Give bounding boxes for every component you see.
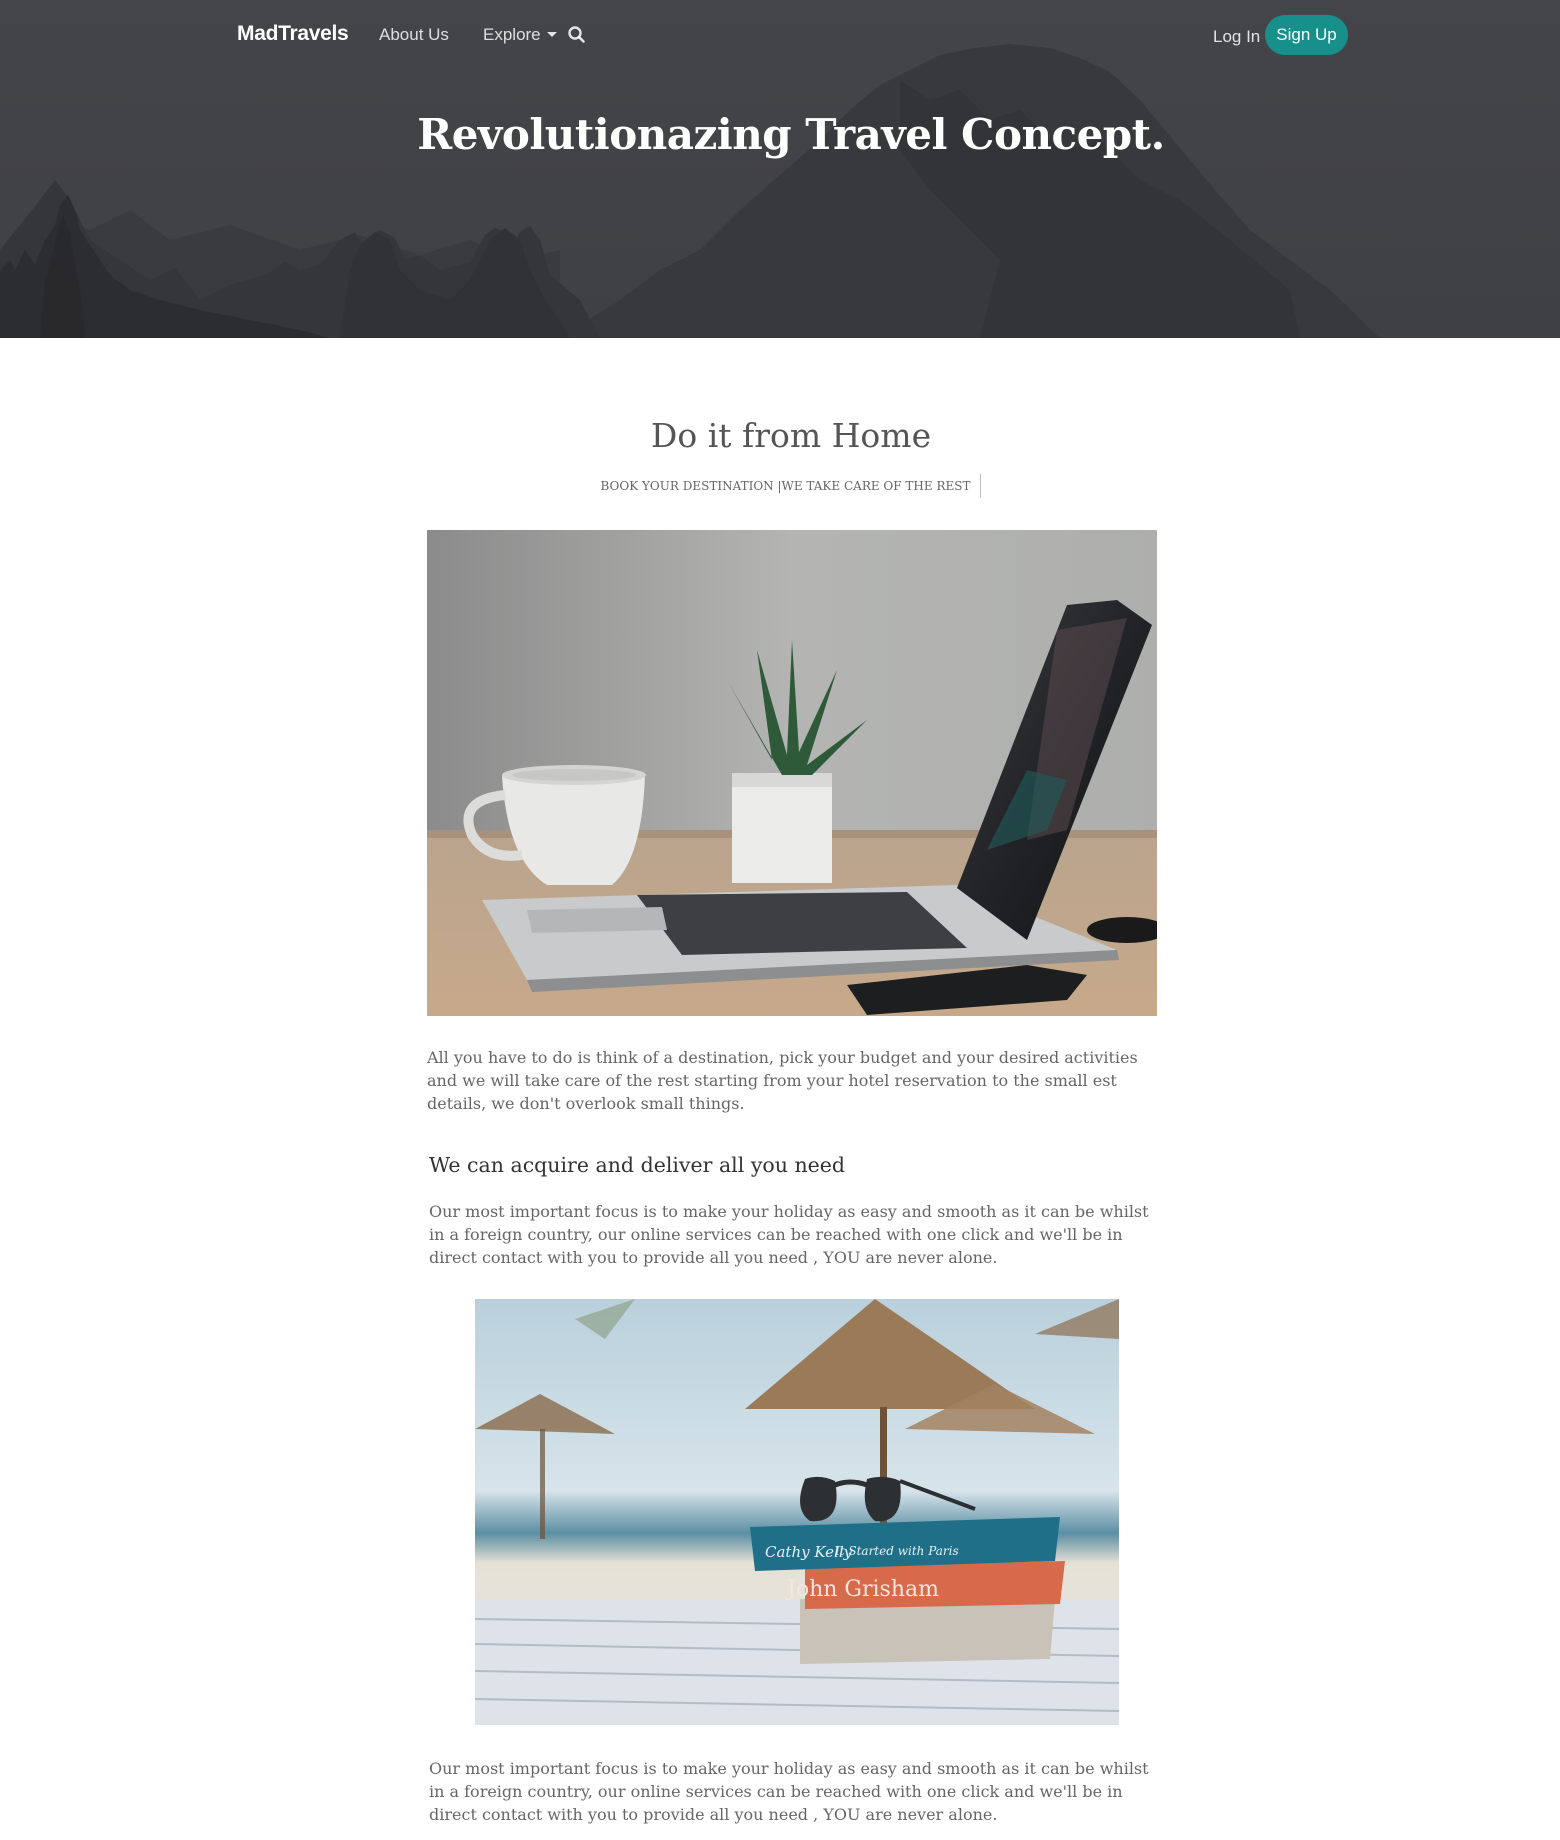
login-link[interactable]: Log In	[1213, 27, 1260, 47]
brand-logo-link[interactable]: MadTravels	[237, 22, 349, 46]
hero-title: Revolutionazing Travel Concept.	[417, 110, 1165, 159]
section-title: Do it from Home	[650, 416, 932, 455]
search-icon[interactable]	[567, 25, 587, 45]
top-navbar: MadTravels About Us Explore Log In Sign …	[0, 0, 1560, 70]
signup-button[interactable]: Sign Up	[1265, 15, 1348, 55]
nav-explore-dropdown[interactable]: Explore	[483, 25, 557, 45]
services-heading: We can acquire and deliver all you need	[429, 1153, 846, 1177]
services-paragraph: Our most important focus is to make your…	[429, 1202, 1149, 1267]
nav-about-us[interactable]: About Us	[379, 25, 449, 45]
section-subtitle-wrap: BOOK YOUR DESTINATION |WE TAKE CARE OF T…	[0, 474, 1560, 498]
book2-author-text: John Grisham	[785, 1577, 939, 1602]
book1-title-text: It Started with Paris	[834, 1544, 959, 1558]
laptop-desk-image	[427, 530, 1157, 1016]
nav-explore-label: Explore	[483, 25, 541, 44]
section-subtitle: BOOK YOUR DESTINATION |WE TAKE CARE OF T…	[601, 474, 982, 498]
footer-paragraph: Our most important focus is to make your…	[429, 1759, 1149, 1824]
beach-books-image: Cathy Kelly It Started with Paris John G…	[475, 1299, 1119, 1725]
chevron-down-icon	[546, 32, 557, 37]
hero-banner: MadTravels About Us Explore Log In Sign …	[0, 0, 1560, 338]
intro-paragraph: All you have to do is think of a destina…	[427, 1048, 1138, 1113]
